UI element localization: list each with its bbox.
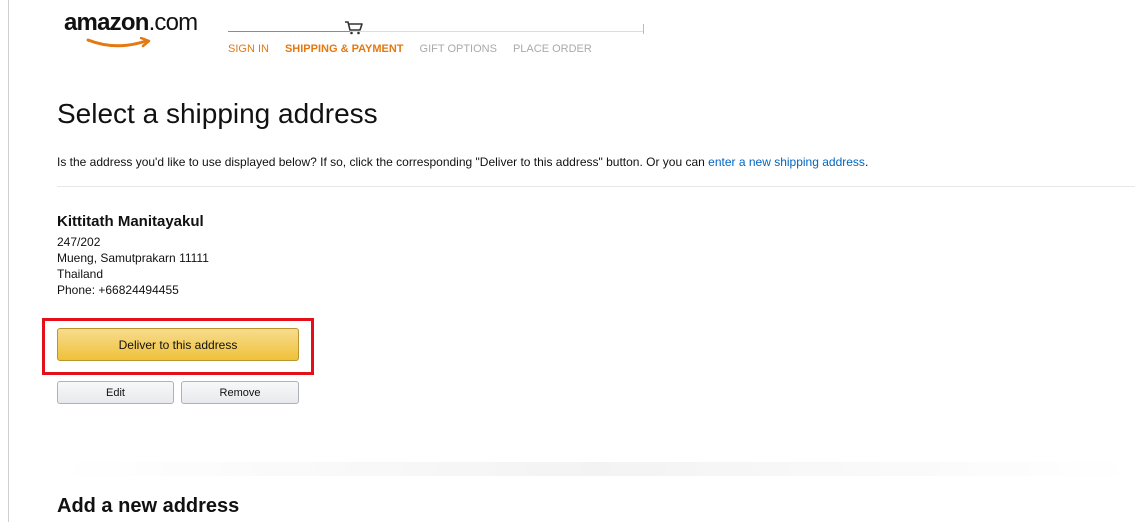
step-shipping-payment: SHIPPING & PAYMENT [284, 43, 404, 55]
window-edge [0, 0, 9, 522]
progress-end-tick [643, 24, 644, 34]
checkout-steps: SIGN IN SHIPPING & PAYMENT GIFT OPTIONS PLA… [228, 43, 608, 55]
address-phone: Phone: +66824494455 [57, 283, 179, 297]
address-card: Kittitath Manitayakul 247/202 Mueng, Sam… [57, 213, 209, 298]
cart-icon [345, 21, 363, 35]
deliver-to-address-button[interactable]: Deliver to this address [57, 328, 299, 361]
address-line-2: Mueng, Samutprakarn 11111 [57, 251, 209, 265]
remove-address-button[interactable]: Remove [181, 381, 299, 404]
intro-sentence: Is the address you'd like to use display… [57, 155, 709, 169]
checkout-progress: SIGN IN SHIPPING & PAYMENT GIFT OPTIONS PLA… [228, 18, 648, 62]
step-sign-in[interactable]: SIGN IN [228, 43, 269, 55]
intro-text: Is the address you'd like to use display… [57, 155, 868, 169]
progress-done-line [228, 31, 350, 32]
step-gift-options: GIFT OPTIONS [419, 43, 497, 55]
address-name: Kittitath Manitayakul [57, 213, 204, 230]
amazon-logo[interactable]: amazon.com [64, 9, 214, 53]
progress-todo-line [350, 31, 644, 32]
page-title: Select a shipping address [57, 98, 378, 129]
intro-period: . [864, 155, 869, 169]
smile-arrow-icon [86, 37, 151, 48]
edit-address-button[interactable]: Edit [57, 381, 174, 404]
address-country: Thailand [57, 267, 104, 281]
add-address-heading: Add a new address [57, 495, 240, 517]
step-place-order: PLACE ORDER [512, 43, 592, 55]
logo-text: amazon.com [64, 9, 198, 36]
section-shadow-divider [57, 462, 1135, 476]
address-line-1: 247/202 [57, 235, 101, 249]
new-address-link[interactable]: enter a new shipping address [708, 155, 865, 169]
section-divider [57, 186, 1135, 187]
